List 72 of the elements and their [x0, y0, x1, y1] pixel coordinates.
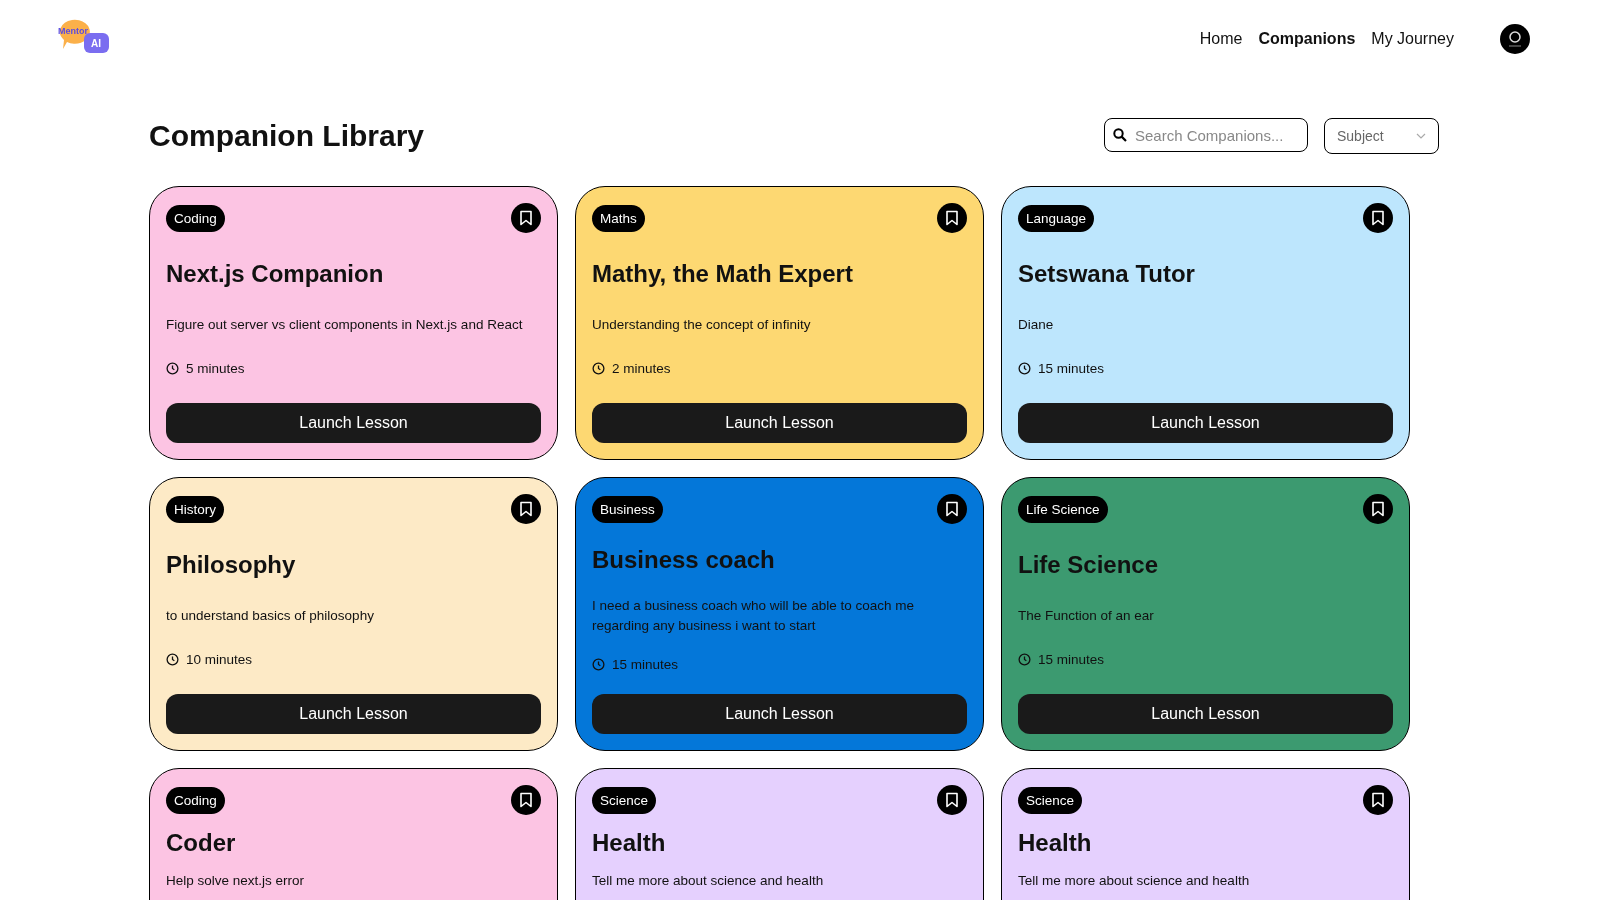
bookmark-icon	[1371, 501, 1385, 517]
companion-topic: Tell me more about science and health	[592, 872, 825, 890]
bookmark-button[interactable]	[511, 494, 541, 524]
bookmark-icon	[945, 792, 959, 808]
search-icon	[1113, 128, 1127, 142]
clock-icon	[1018, 362, 1031, 376]
duration: 15 minutes	[1038, 652, 1105, 668]
subject-badge: Coding	[166, 204, 225, 232]
nav-link[interactable]: My Journey	[1371, 30, 1454, 48]
companion-name: Setswana Tutor	[1018, 259, 1196, 288]
bookmark-icon	[519, 792, 533, 808]
subject-badge: Language	[1018, 204, 1095, 232]
duration: 10 minutes	[186, 652, 253, 668]
bookmark-icon	[519, 501, 533, 517]
subject-badge: Coding	[166, 786, 225, 814]
launch-lesson-button[interactable]: Launch Lesson	[166, 694, 541, 734]
companion-topic: Understanding the concept of infinity	[592, 315, 812, 334]
subject-badge: History	[166, 495, 224, 523]
bookmark-icon	[945, 501, 959, 517]
chevron-icon	[1416, 133, 1426, 139]
duration: 2 minutes	[612, 361, 671, 377]
companion-topic: Help solve next.js error	[166, 872, 306, 890]
search-field[interactable]: Search Companions...	[1104, 118, 1308, 152]
companion-topic: I need a business coach who will be able to coach me regarding any business i want to start	[592, 596, 915, 635]
companion-name: Health	[592, 829, 667, 857]
bookmark-icon	[519, 210, 533, 226]
page-title: Companion Library	[149, 119, 425, 153]
launch-lesson-button[interactable]: Launch Lesson	[1018, 694, 1393, 734]
companion-name: Coder	[166, 829, 237, 857]
bookmark-button[interactable]	[1363, 203, 1393, 233]
companion-name: Mathy, the Math Expert	[592, 259, 854, 288]
subject-badge: Science	[592, 786, 657, 814]
bookmark-icon	[1371, 210, 1385, 226]
nav-link[interactable]: Home	[1199, 30, 1243, 48]
clock-icon	[592, 658, 605, 672]
companion-name: Business coach	[592, 545, 776, 574]
clock-icon	[1018, 653, 1031, 667]
companion-name: Next.js Companion	[166, 259, 385, 288]
bookmark-button[interactable]	[937, 494, 967, 524]
bookmark-icon	[945, 210, 959, 226]
companion-topic: Diane	[1018, 315, 1055, 334]
launch-lesson-button[interactable]: Launch Lesson	[592, 403, 967, 443]
launch-lesson-button[interactable]: Launch Lesson	[592, 694, 967, 734]
companion-name: Life Science	[1018, 550, 1160, 579]
subject-badge: Life Science	[1018, 495, 1108, 523]
bookmark-button[interactable]	[511, 203, 541, 233]
companion-name: Health	[1018, 829, 1093, 857]
bookmark-button[interactable]	[511, 785, 541, 815]
bookmark-button[interactable]	[1363, 785, 1393, 815]
launch-lesson-button[interactable]: Launch Lesson	[166, 403, 541, 443]
subject-select[interactable]: Subject	[1324, 118, 1439, 154]
nav-link[interactable]: Companions	[1258, 30, 1356, 48]
clock-icon	[592, 362, 605, 376]
companion-name: Philosophy	[166, 550, 297, 579]
duration: 5 minutes	[186, 361, 245, 377]
companion-topic: The Function of an ear	[1018, 606, 1155, 625]
bookmark-button[interactable]	[937, 203, 967, 233]
duration: 15 minutes	[612, 657, 679, 673]
subject-badge: Business	[592, 495, 663, 523]
avatar[interactable]	[1500, 24, 1530, 54]
companion-topic: Figure out server vs client components in Next.js and React	[166, 315, 524, 334]
subject-badge: Maths	[592, 204, 645, 232]
duration: 15 minutes	[1038, 361, 1105, 377]
bookmark-icon	[1371, 792, 1385, 808]
clock-icon	[166, 653, 179, 667]
bookmark-button[interactable]	[937, 785, 967, 815]
subject-badge: Science	[1018, 786, 1083, 814]
companion-topic: to understand basics of philosophy	[166, 606, 375, 625]
companion-topic: Tell me more about science and health	[1018, 872, 1251, 890]
bookmark-button[interactable]	[1363, 494, 1393, 524]
launch-lesson-button[interactable]: Launch Lesson	[1018, 403, 1393, 443]
clock-icon	[166, 362, 179, 376]
